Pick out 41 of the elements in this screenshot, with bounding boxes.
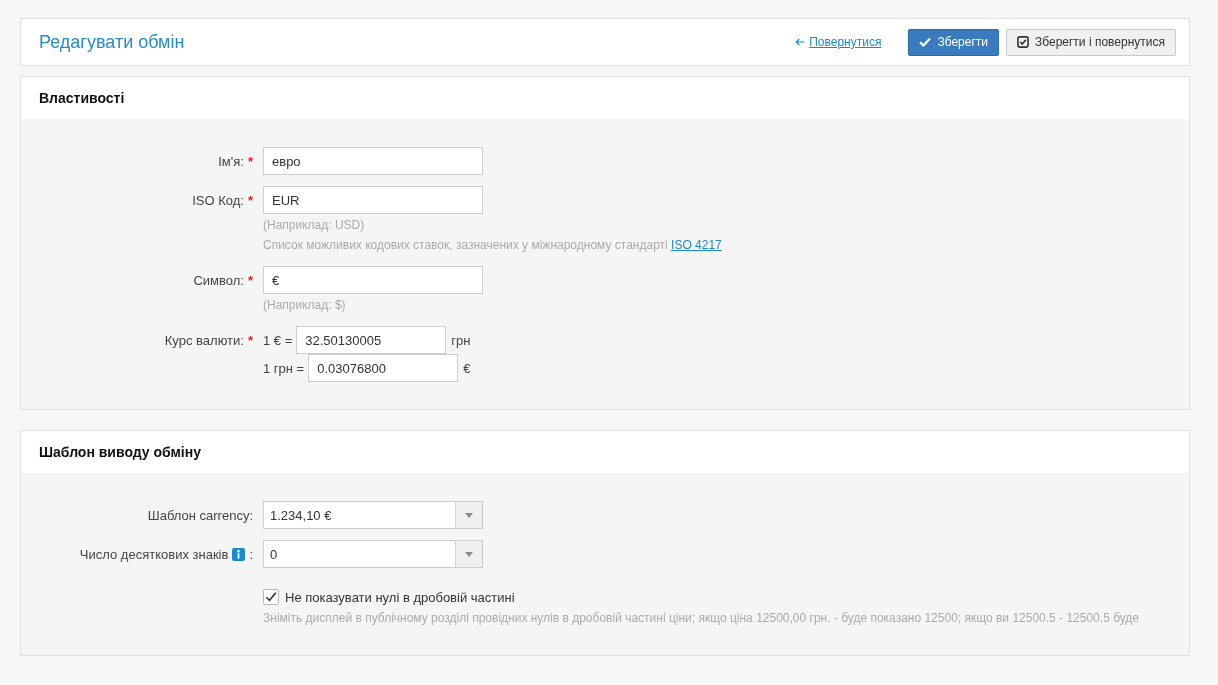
caret-icon [465, 551, 473, 557]
text-input[interactable]: € [263, 266, 483, 294]
hint-text: (Наприклад: USD) [263, 217, 365, 234]
rate-input[interactable]: 32.50130005 [296, 326, 447, 354]
field-label: Символ: [193, 272, 244, 288]
checkbox[interactable] [263, 589, 279, 605]
text-input[interactable]: EUR [263, 186, 483, 214]
text-input[interactable]: евро [263, 147, 483, 175]
field-label: : [249, 546, 253, 562]
field-label: Шаблон carrency: [147, 507, 253, 523]
field-label: Курс валюти: [164, 332, 244, 348]
rate-suffix: € [463, 360, 471, 376]
rate-input[interactable]: 0.03076800 [308, 354, 459, 382]
rate-prefix: 1 грн = [263, 360, 305, 376]
caret-icon [465, 512, 473, 518]
arrow-left-icon [795, 38, 806, 46]
hint-text: Зніміть дисплей в публічному розділі провідних нулів в дробовій частині ціни; якщо ціна 12500,00 грн. - буде показано 12500; якщо ви 12500.5 - 12500.5 буде [263, 610, 1140, 627]
section-title: Шаблон виводу обміну [39, 444, 201, 460]
page-title: Редагувати обмін [39, 31, 185, 53]
section-title: Властивості [39, 90, 125, 106]
save-button[interactable]: Зберегти [908, 28, 999, 56]
field-label: Число десяткових знаків [79, 546, 229, 562]
check-icon [919, 37, 932, 47]
required-asterisk: * [247, 272, 253, 288]
checkbox-label: Не показувати нулі в дробовій частині [285, 589, 515, 605]
select-dropdown[interactable]: 1.234,10 € [263, 501, 483, 529]
standard-link[interactable]: ISO 4217 [671, 238, 722, 252]
info-icon[interactable] [232, 547, 246, 561]
field-label: ISO Код: [192, 192, 244, 208]
save-and-return-button[interactable]: Зберегти і повернутися [1006, 28, 1176, 56]
required-asterisk: * [247, 332, 253, 348]
hint-text: Список можливих кодових ставок, зазначених у міжнародному стандарті ISO 4217 [263, 237, 722, 254]
required-asterisk: * [247, 153, 253, 169]
hint-text: (Наприклад: $) [263, 297, 346, 314]
check-square-icon [1017, 36, 1029, 48]
back-link[interactable]: Повернутися [795, 35, 882, 49]
required-asterisk: * [247, 192, 253, 208]
rate-prefix: 1 € = [263, 332, 293, 348]
field-label: Ім'я: [218, 153, 244, 169]
rate-suffix: грн [451, 332, 471, 348]
select-dropdown[interactable]: 0 [263, 540, 483, 568]
